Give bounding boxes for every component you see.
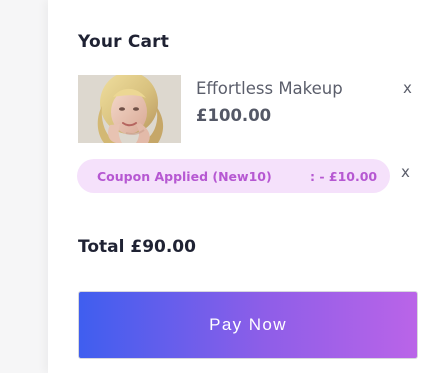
- remove-coupon-close-icon[interactable]: x: [401, 163, 410, 181]
- product-name: Effortless Makeup: [196, 79, 343, 98]
- cart-panel: Your Cart Effortless Makeup £100.00 x Co…: [48, 0, 433, 373]
- coupon-applied-badge: Coupon Applied (New10) : - £10.00: [77, 159, 390, 193]
- remove-product-close-icon[interactable]: x: [403, 79, 412, 97]
- coupon-discount: : - £10.00: [310, 169, 378, 184]
- product-price: £100.00: [196, 106, 272, 125]
- left-background: [0, 0, 48, 373]
- product-thumbnail: [78, 75, 181, 143]
- cart-total: Total £90.00: [78, 237, 196, 257]
- pay-now-button[interactable]: Pay Now: [78, 291, 418, 359]
- coupon-label: Coupon Applied (New10): [97, 169, 272, 184]
- cart-title: Your Cart: [78, 32, 170, 52]
